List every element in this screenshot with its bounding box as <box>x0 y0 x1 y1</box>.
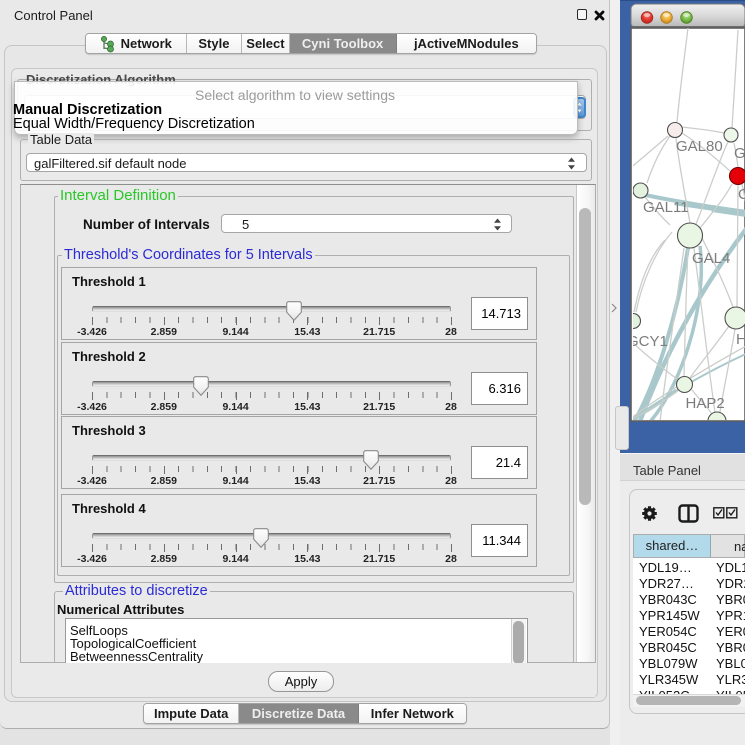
svg-text:H: H <box>736 331 745 348</box>
svg-text:C: C <box>738 186 745 203</box>
svg-text:GAL4: GAL4 <box>692 250 730 267</box>
svg-text:HAP2: HAP2 <box>686 395 725 412</box>
svg-text:GAL11: GAL11 <box>643 199 689 216</box>
svg-text:GAL80: GAL80 <box>676 138 723 155</box>
svg-text:GCY1: GCY1 <box>627 333 668 350</box>
svg-text:GAL: GAL <box>734 145 745 162</box>
